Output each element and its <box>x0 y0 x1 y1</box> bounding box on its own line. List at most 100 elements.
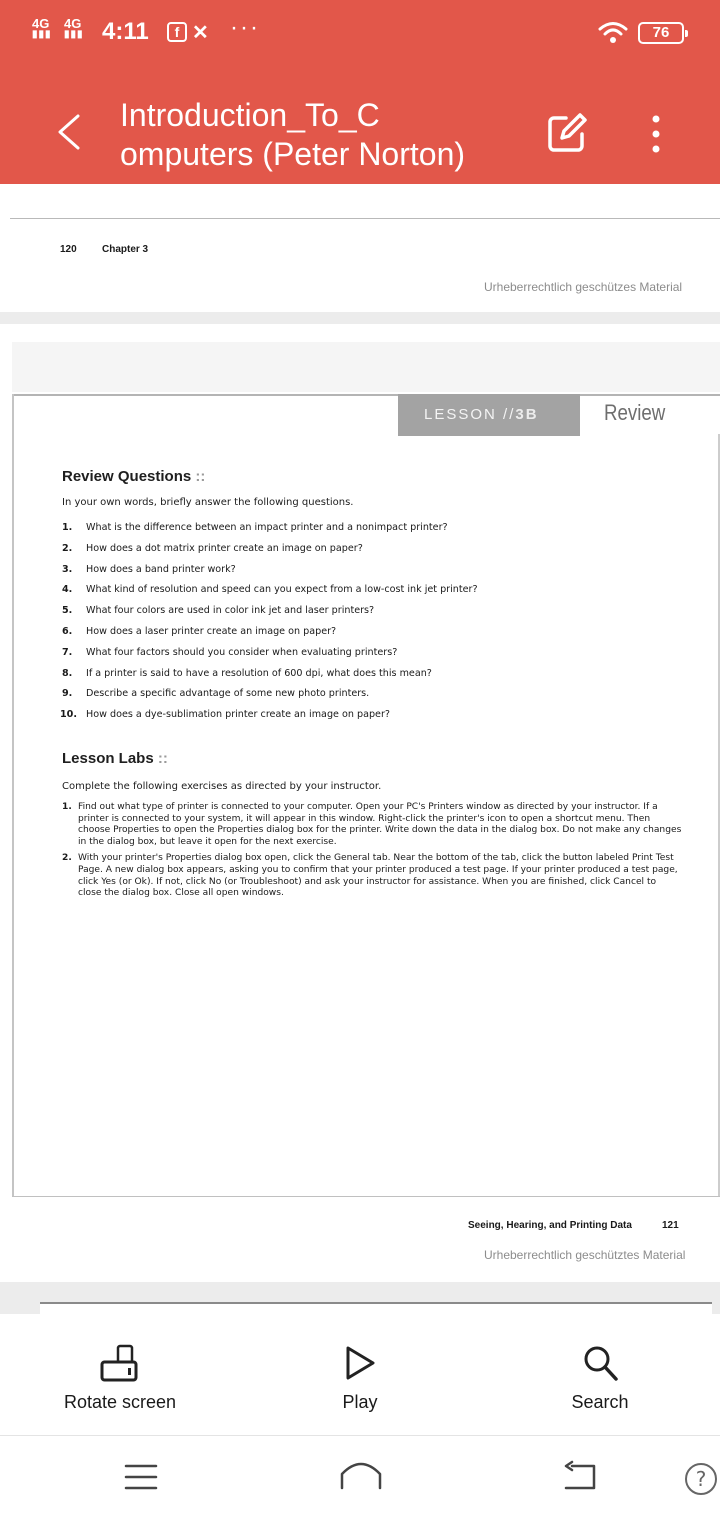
lab-text: Find out what type of printer is connect… <box>78 802 682 847</box>
question-text: If a printer is said to have a resolutio… <box>86 667 432 679</box>
list-item: 1. Find out what type of printer is conne… <box>62 802 682 848</box>
chapter-label: Chapter 3 <box>102 244 149 255</box>
copyright-notice: Urheberrechtlich geschützes Material <box>484 280 683 294</box>
list-item: 10. How does a dye-sublimation printer cr… <box>60 705 682 726</box>
lesson-review-label: Review <box>604 400 666 425</box>
page-number: 121 <box>662 1220 679 1231</box>
help-icon[interactable]: ? <box>684 1462 718 1496</box>
list-item: 6. How does a laser printer create an ima… <box>62 622 682 643</box>
rotate-screen-label: Rotate screen <box>63 1392 177 1412</box>
scan-artifact <box>0 188 18 214</box>
lab-text: With your printer's Properties dialog bo… <box>78 853 678 899</box>
document-viewer[interactable]: 120 Chapter 3 Urheberrechtlich geschütze… <box>0 184 720 1314</box>
lab-number: 2. <box>62 853 72 864</box>
signal-icon: 4G ▮▮▮ <box>32 16 52 40</box>
question-number: 2. <box>62 542 73 554</box>
question-text: Describe a specific advantage of some ne… <box>86 688 370 700</box>
facebook-icon: f <box>167 22 187 42</box>
document-title-line-2: omputers (Peter Norton) <box>120 136 466 172</box>
page-number: 120 <box>60 244 77 255</box>
edit-icon[interactable] <box>546 112 588 154</box>
question-number: 9. <box>62 688 73 700</box>
lesson-labs-title: Lesson Labs <box>62 750 154 767</box>
review-questions-title: Review Questions <box>62 468 192 485</box>
page-121: LESSON //3B Review Review Questions :: I… <box>0 324 720 1282</box>
question-number: 7. <box>62 646 73 658</box>
page-band-line <box>12 394 720 396</box>
review-questions-heading: Review Questions :: <box>62 468 682 485</box>
lesson-labs-intro: Complete the following exercises as dire… <box>62 781 382 792</box>
list-item: 5. What four colors are used in color ink… <box>62 601 682 622</box>
question-number: 1. <box>62 522 73 533</box>
page-left-border <box>12 394 14 1196</box>
list-item: 4. What kind of resolution and speed can … <box>62 580 682 601</box>
review-questions-intro: In your own words, briefly answer the fo… <box>62 497 354 508</box>
clock: 4:11 <box>102 18 149 45</box>
search-label: Search <box>571 1392 629 1412</box>
overflow-menu-icon[interactable] <box>644 114 668 154</box>
list-item: 3. How does a band printer work? <box>62 560 682 581</box>
next-page-edge <box>40 1302 712 1314</box>
lesson-tag: LESSON //3B <box>398 394 580 436</box>
question-text: What four colors are used in color ink j… <box>86 605 375 617</box>
lesson-labs-suffix: :: <box>157 750 168 767</box>
play-icon <box>346 1346 375 1380</box>
rotate-screen-button[interactable]: Rotate screen <box>40 1314 200 1436</box>
lesson-prefix: LESSON // <box>424 406 516 423</box>
question-number: 4. <box>62 584 73 596</box>
lab-number: 1. <box>62 802 72 812</box>
question-text: How does a dot matrix printer create an … <box>86 542 363 554</box>
question-number: 3. <box>62 563 73 575</box>
question-text: How does a dye-sublimation printer creat… <box>86 709 390 721</box>
list-item: 2. How does a dot matrix printer create a… <box>62 539 682 560</box>
rotate-screen-icon <box>100 1344 138 1382</box>
question-number: 6. <box>62 625 73 637</box>
system-nav-bar: ? <box>0 1436 720 1520</box>
search-icon <box>584 1346 618 1381</box>
help-glyph: ? <box>696 1467 707 1491</box>
question-text: How does a band printer work? <box>86 563 236 575</box>
running-footer: Seeing, Hearing, and Printing Data <box>468 1220 632 1231</box>
search-button[interactable]: Search <box>540 1314 660 1436</box>
document-title-line-1: Introduction_To_C <box>120 97 380 133</box>
page-120-bottom: 120 Chapter 3 Urheberrechtlich geschütze… <box>0 184 720 312</box>
play-button[interactable]: Play <box>300 1314 420 1436</box>
page-rule <box>10 218 720 219</box>
question-text: What four factors should you consider wh… <box>86 646 398 658</box>
battery-icon: 76 <box>638 22 688 44</box>
question-text: What is the difference between an impact… <box>86 522 448 533</box>
signal-icon-2: 4G ▮▮▮ <box>64 16 84 40</box>
lesson-labs-section: Lesson Labs :: Complete the following ex… <box>62 750 682 905</box>
review-questions-suffix: :: <box>195 468 206 485</box>
question-text: What kind of resolution and speed can yo… <box>86 584 478 596</box>
recent-apps-icon[interactable] <box>124 1462 158 1492</box>
home-icon[interactable] <box>338 1460 384 1492</box>
lesson-labs-list: 1. Find out what type of printer is conne… <box>62 802 682 900</box>
question-number: 8. <box>62 667 73 679</box>
status-bar: 4G ▮▮▮ 4G ▮▮▮ 4:11 f ✕ ··· 76 <box>0 0 720 64</box>
lesson-labs-heading: Lesson Labs :: <box>62 750 682 767</box>
list-item: 7. What four factors should you consider … <box>62 643 682 664</box>
question-number: 5. <box>62 605 73 617</box>
lesson-number: 3B <box>515 406 539 423</box>
bottom-toolbar: Rotate screen Play Search <box>0 1314 720 1436</box>
more-notifications-icon: ··· <box>230 14 260 41</box>
page-bottom-border <box>12 1196 720 1197</box>
question-number: 10. <box>60 709 77 721</box>
review-questions-section: Review Questions :: In your own words, b… <box>60 468 682 726</box>
missed-call-icon: ✕ <box>192 22 209 44</box>
page-top-band <box>12 342 720 392</box>
list-item: 2. With your printer's Properties dialog … <box>62 853 682 899</box>
document-title: Introduction_To_C omputers (Peter Norton… <box>120 96 510 174</box>
copyright-notice: Urheberrechtlich geschütztes Material <box>484 1248 686 1262</box>
wifi-icon <box>598 22 628 43</box>
review-questions-list: 1. What is the difference between an impa… <box>60 518 682 726</box>
list-item: 1. What is the difference between an impa… <box>62 518 682 539</box>
question-text: How does a laser printer create an image… <box>86 625 337 637</box>
list-item: 9. Describe a specific advantage of some … <box>62 684 682 705</box>
app-header: 4G ▮▮▮ 4G ▮▮▮ 4:11 f ✕ ··· 76 Introduction… <box>0 0 720 184</box>
play-label: Play <box>342 1392 378 1412</box>
list-item: 8. If a printer is said to have a resolut… <box>62 664 682 685</box>
back-arrow-icon[interactable] <box>50 112 90 152</box>
back-nav-icon[interactable] <box>562 1460 598 1492</box>
